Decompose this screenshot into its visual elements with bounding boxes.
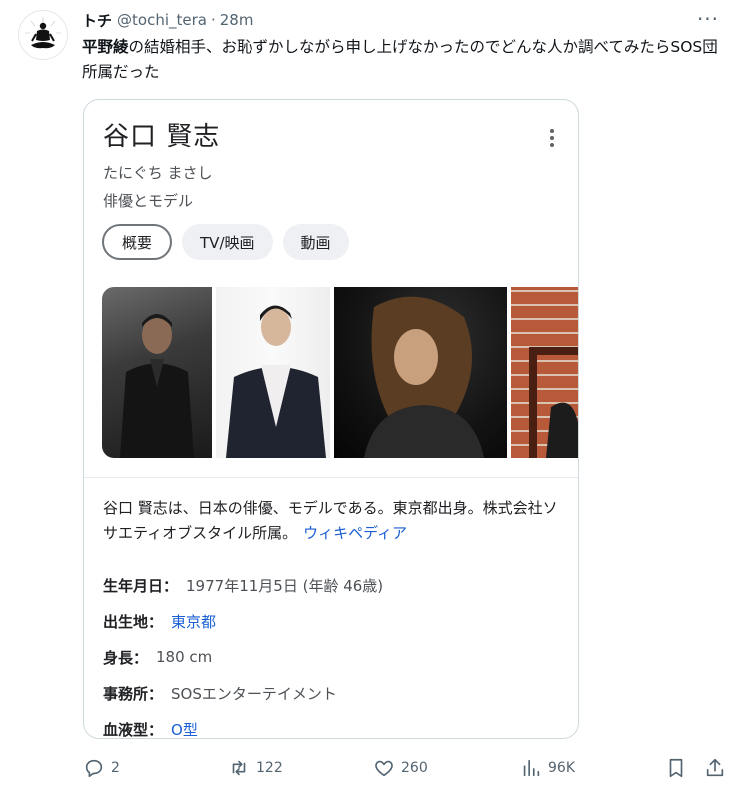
- fact-row-agency: 事務所： SOSエンターテイメント: [103, 675, 383, 711]
- share-icon: [706, 758, 724, 777]
- photo-3: [334, 287, 507, 458]
- heart-icon: [375, 760, 393, 777]
- like-count: 260: [401, 760, 428, 776]
- kebab-menu-icon: [542, 126, 562, 150]
- more-options-icon[interactable]: ···: [695, 7, 721, 31]
- tweet-text: 平野綾の結婚相手、お恥ずかしながら申し上げなかったのでどんな人か調べてみたらSO…: [82, 35, 722, 85]
- reply-count: 2: [111, 760, 120, 776]
- fact-label: 血液型：: [103, 720, 164, 739]
- share-button[interactable]: [704, 754, 726, 782]
- separator-dot: ·: [210, 11, 216, 29]
- kp-description: 谷口 賢志は、日本の俳優、モデルである。東京都出身。株式会社ソサエティオブスタイ…: [103, 496, 563, 546]
- reply-icon: [85, 759, 103, 778]
- fact-label: 出生地：: [103, 612, 164, 631]
- chip-tv-movies: TV/映画: [182, 224, 273, 260]
- kp-reading: たにぐち まさし: [103, 164, 213, 182]
- fact-row-blood-type: 血液型： O型: [103, 711, 383, 739]
- retweet-icon: [232, 760, 246, 776]
- fact-value-link: O型: [171, 720, 198, 739]
- user-handle[interactable]: @tochi_tera: [117, 11, 207, 29]
- fact-row-birthplace: 出生地： 東京都: [103, 603, 383, 639]
- fact-value: 180 cm: [156, 648, 213, 666]
- photo-1: [102, 287, 212, 458]
- tweet-action-bar: 2 122 260 96K: [83, 754, 729, 782]
- bookmark-button[interactable]: [665, 754, 687, 782]
- fact-label: 身長：: [103, 648, 149, 667]
- fact-row-height: 身長： 180 cm: [103, 639, 383, 675]
- fact-label: 事務所：: [103, 684, 164, 703]
- meditation-figure-icon: [25, 17, 61, 49]
- kp-occupation: 俳優とモデル: [103, 192, 194, 210]
- view-count: 96K: [548, 760, 575, 776]
- display-name[interactable]: トチ: [82, 10, 112, 31]
- tweet-text-body: の結婚相手、お恥ずかしながら申し上げなかったのでどんな人か調べてみたらSOS団所…: [82, 38, 718, 81]
- kp-name: 谷口 賢志: [103, 122, 221, 152]
- chip-overview: 概要: [102, 224, 173, 260]
- kp-chips: 概要 TV/映画 動画: [102, 224, 349, 260]
- tweet-header: トチ @tochi_tera · 28m: [82, 10, 253, 30]
- timestamp[interactable]: 28m: [220, 11, 254, 29]
- fact-value-link: 東京都: [171, 612, 217, 631]
- retweet-button[interactable]: 122: [228, 754, 283, 782]
- fact-label: 生年月日：: [103, 576, 179, 595]
- fact-row-birthdate: 生年月日： 1977年11月5日 (年齢 46歳): [103, 567, 383, 603]
- like-button[interactable]: 260: [373, 754, 428, 782]
- photo-2: [216, 287, 330, 458]
- bookmark-icon: [669, 758, 683, 778]
- wikipedia-link: ウィキペディア: [303, 524, 408, 542]
- fact-value: 1977年11月5日 (年齢 46歳): [186, 576, 384, 595]
- kp-facts: 生年月日： 1977年11月5日 (年齢 46歳) 出生地： 東京都 身長： 1…: [103, 567, 383, 739]
- kp-photo-strip: [102, 287, 578, 458]
- retweet-count: 122: [256, 760, 283, 776]
- photo-4: [511, 287, 578, 458]
- tweet-text-bold: 平野綾: [82, 38, 129, 56]
- bar-chart-icon: [523, 759, 540, 777]
- views-button[interactable]: 96K: [520, 754, 575, 782]
- chip-videos: 動画: [282, 224, 349, 260]
- reply-button[interactable]: 2: [83, 754, 120, 782]
- attached-image-knowledge-panel[interactable]: 谷口 賢志 たにぐち まさし 俳優とモデル 概要 TV/映画 動画 谷口 賢志は…: [83, 99, 579, 739]
- divider: [84, 477, 578, 478]
- fact-value: SOSエンターテイメント: [171, 684, 337, 703]
- avatar[interactable]: [18, 10, 68, 60]
